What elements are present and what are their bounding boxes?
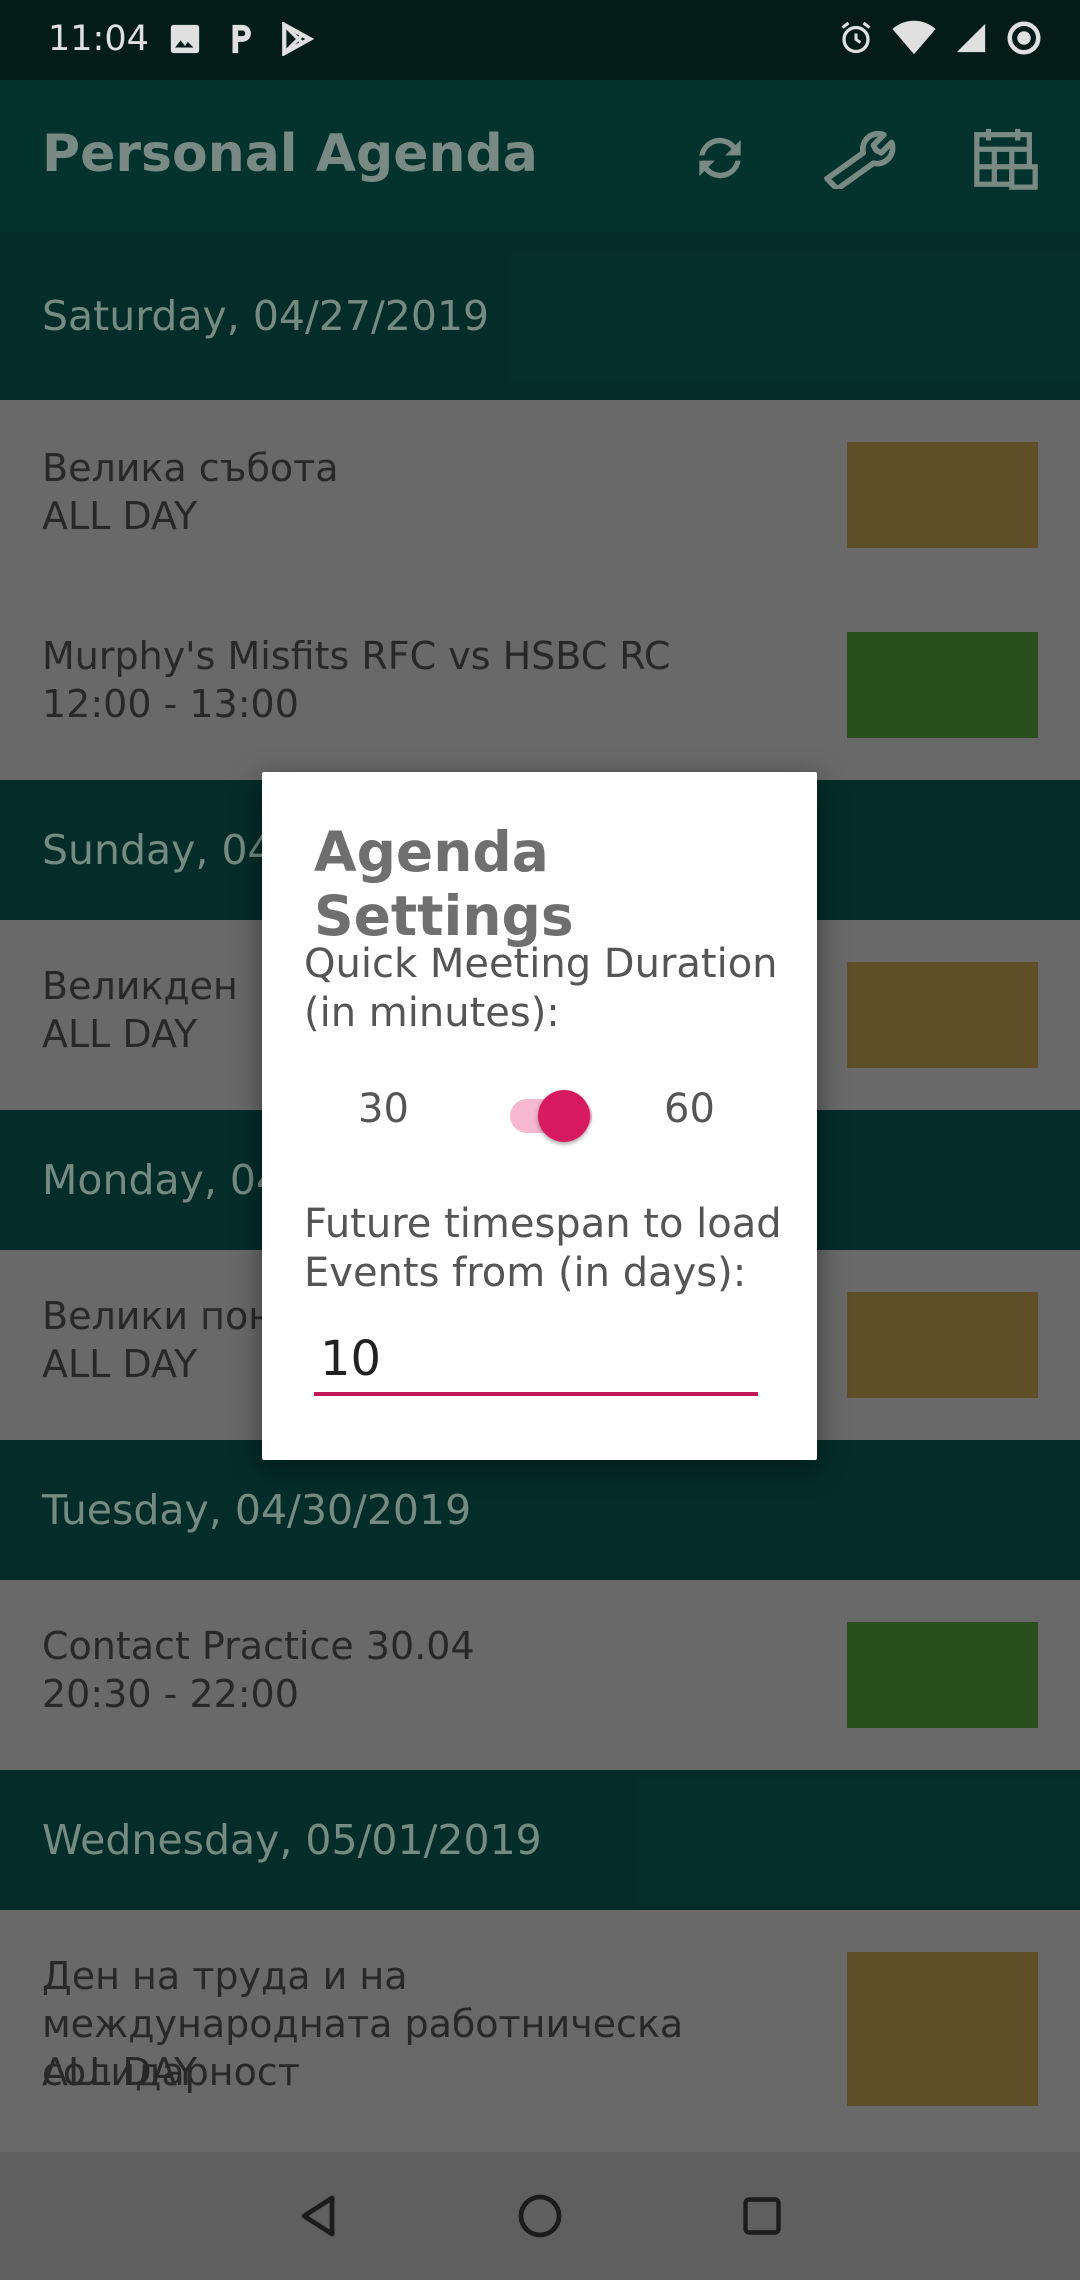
event-color-swatch bbox=[847, 1292, 1038, 1398]
event-time: ALL DAY bbox=[42, 1012, 198, 1056]
app-title: Personal Agenda bbox=[42, 124, 538, 184]
calendar-button[interactable] bbox=[966, 118, 1046, 198]
event-time: 12:00 - 13:00 bbox=[42, 682, 299, 726]
event-time: ALL DAY bbox=[42, 1342, 198, 1386]
wrench-icon bbox=[824, 130, 896, 189]
navigation-bar bbox=[0, 2152, 1080, 2280]
status-time: 11:04 bbox=[48, 19, 149, 59]
wifi-icon bbox=[892, 20, 936, 65]
date-header: Saturday, 04/27/2019 bbox=[0, 232, 1080, 400]
date-header: Tuesday, 04/30/2019 bbox=[0, 1440, 1080, 1580]
parking-icon bbox=[224, 22, 258, 65]
alarm-icon bbox=[838, 20, 874, 65]
event-color-swatch bbox=[847, 962, 1038, 1068]
back-icon bbox=[301, 2195, 335, 2237]
status-bar: 11:04 bbox=[0, 0, 1080, 80]
duration-switch-thumb[interactable] bbox=[538, 1090, 590, 1142]
home-button[interactable] bbox=[506, 2182, 574, 2250]
play-store-icon bbox=[280, 21, 315, 65]
calendar-icon bbox=[974, 128, 1038, 190]
event-color-swatch bbox=[847, 1622, 1038, 1728]
event-row[interactable]: Murphy's Misfits RFC vs HSBC RC 12:00 - … bbox=[0, 590, 1080, 780]
event-title: Велика събота bbox=[42, 446, 339, 490]
refresh-icon bbox=[699, 137, 741, 179]
agenda-settings-dialog: Agenda Settings Quick Meeting Duration (… bbox=[262, 772, 817, 1460]
event-color-swatch bbox=[847, 442, 1038, 548]
status-left-icons bbox=[168, 21, 315, 65]
event-time: 20:30 - 22:00 bbox=[42, 1672, 299, 1716]
event-title: Великден bbox=[42, 964, 238, 1008]
recents-icon bbox=[743, 2197, 781, 2235]
date-header: Wednesday, 05/01/2019 bbox=[0, 1770, 1080, 1910]
duration-label: Quick Meeting Duration (in minutes): bbox=[304, 941, 778, 1036]
image-icon bbox=[168, 22, 202, 65]
event-title: Велики пон bbox=[42, 1294, 274, 1338]
timespan-label: Future timespan to load Events from (in … bbox=[304, 1201, 782, 1296]
status-right-icons bbox=[838, 20, 1042, 65]
timespan-input[interactable] bbox=[314, 1326, 758, 1396]
record-icon bbox=[1006, 20, 1042, 65]
home-icon bbox=[518, 2194, 562, 2238]
event-time: ALL DAY bbox=[42, 2050, 198, 2094]
event-color-swatch bbox=[847, 632, 1038, 738]
event-time: ALL DAY bbox=[42, 494, 198, 538]
recents-button[interactable] bbox=[728, 2182, 796, 2250]
dialog-title: Agenda Settings bbox=[314, 820, 574, 948]
event-title: Contact Practice 30.04 bbox=[42, 1624, 475, 1668]
app-bar: Personal Agenda bbox=[0, 80, 1080, 232]
event-color-swatch bbox=[847, 1952, 1038, 2106]
back-button[interactable] bbox=[286, 2182, 354, 2250]
switch-on-label: 60 bbox=[664, 1086, 715, 1132]
event-row[interactable]: Велика събота ALL DAY bbox=[0, 400, 1080, 590]
settings-button[interactable] bbox=[818, 118, 898, 198]
switch-off-label: 30 bbox=[358, 1086, 409, 1132]
event-row[interactable]: Ден на труда и на международната работни… bbox=[0, 1910, 1080, 2152]
refresh-button[interactable] bbox=[680, 118, 760, 198]
signal-icon bbox=[954, 21, 988, 64]
event-row[interactable]: Contact Practice 30.04 20:30 - 22:00 bbox=[0, 1580, 1080, 1770]
event-title: Murphy's Misfits RFC vs HSBC RC bbox=[42, 634, 671, 678]
